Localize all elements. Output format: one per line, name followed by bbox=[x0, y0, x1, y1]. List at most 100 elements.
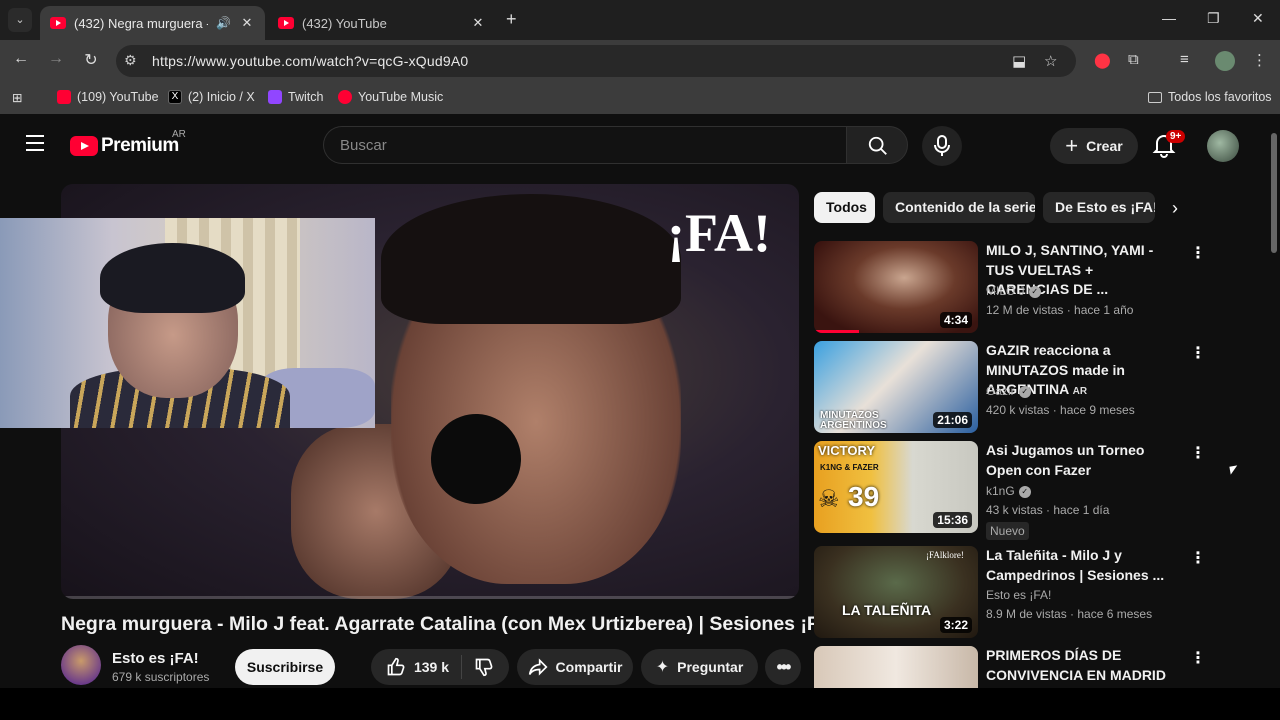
bookmark-youtube[interactable]: (109) YouTube bbox=[57, 90, 159, 104]
bookmark-star-icon[interactable]: ☆ bbox=[1044, 52, 1057, 70]
recommendation-title: La Taleñita - Milo J y Campedrinos | Ses… bbox=[986, 547, 1165, 583]
more-vertical-icon[interactable]: ⋮ bbox=[1190, 548, 1206, 568]
install-app-icon[interactable]: ⬓ bbox=[1012, 52, 1026, 70]
back-arrow-icon[interactable]: ← bbox=[10, 50, 32, 68]
search-input[interactable]: Buscar bbox=[323, 126, 846, 164]
notifications-badge: 9+ bbox=[1166, 130, 1186, 143]
thumbnail-text: K1NG & FAZER bbox=[820, 463, 879, 472]
chip-channel[interactable]: De Esto es ¡FA! bbox=[1043, 192, 1155, 223]
tab-title: (432) Negra murguera - Mil bbox=[74, 15, 208, 31]
restore-button[interactable]: ❐ bbox=[1207, 10, 1220, 27]
chip-series[interactable]: Contenido de la serie bbox=[883, 192, 1035, 223]
folder-icon bbox=[1148, 91, 1162, 103]
youtube-premium-logo[interactable]: Premium bbox=[70, 135, 179, 157]
recommendation-item[interactable]: VICTORY K1NG & FAZER 39 ☠ 15:36 Asi Juga… bbox=[814, 441, 1214, 540]
speaker-icon[interactable]: 🔊 bbox=[216, 16, 231, 30]
close-tab-icon[interactable]: ✕ bbox=[239, 15, 255, 31]
bookmark-twitch[interactable]: Twitch bbox=[268, 90, 323, 104]
recommendation-meta: 12 M de vistas · hace 1 año bbox=[986, 303, 1134, 317]
watched-progress bbox=[814, 330, 859, 333]
channel-label: Gazir bbox=[986, 384, 1015, 398]
account-avatar[interactable] bbox=[1207, 130, 1239, 162]
recommendation-item[interactable]: ¡FAlklore! LA TALEÑITA 3:22 La Taleñita … bbox=[814, 546, 1214, 638]
extension-red-icon[interactable]: ⬤ bbox=[1094, 51, 1111, 69]
voice-search-button[interactable] bbox=[922, 126, 962, 166]
new-tab-button[interactable]: + bbox=[506, 9, 517, 30]
recommendation-channel[interactable]: MILO J ✓ bbox=[986, 284, 1041, 298]
recommendation-channel[interactable]: Esto es ¡FA! bbox=[986, 588, 1051, 602]
thumbs-up-icon bbox=[387, 657, 405, 676]
search-button[interactable] bbox=[846, 126, 908, 164]
profile-avatar-icon[interactable] bbox=[1215, 51, 1235, 71]
video-duration: 3:22 bbox=[939, 617, 972, 633]
menu-hamburger-icon[interactable] bbox=[26, 135, 44, 156]
like-dislike-group: 139 k bbox=[371, 649, 509, 685]
page-scrollbar[interactable] bbox=[1268, 118, 1280, 688]
scrollbar-thumb[interactable] bbox=[1271, 133, 1277, 253]
verified-check-icon: ✓ bbox=[1018, 385, 1031, 398]
share-button[interactable]: Compartir bbox=[517, 649, 633, 685]
bookmark-x[interactable]: X (2) Inicio / X bbox=[168, 90, 255, 104]
channel-label: k1nG bbox=[986, 484, 1015, 498]
more-vertical-icon[interactable]: ⋮ bbox=[1190, 343, 1206, 363]
tab-search-button[interactable]: ⌄ bbox=[8, 8, 32, 32]
video-thumbnail[interactable]: ¡FAlklore! LA TALEÑITA 3:22 bbox=[814, 546, 978, 638]
more-vertical-icon[interactable]: ⋮ bbox=[1190, 243, 1206, 263]
recommendation-title: PRIMEROS DÍAS DE CONVIVENCIA EN MADRID bbox=[986, 647, 1166, 683]
media-controls-icon[interactable]: ≡ bbox=[1180, 51, 1189, 68]
tab-youtube[interactable]: (432) YouTube ✕ bbox=[268, 6, 496, 40]
sparkle-icon: ✦ bbox=[655, 659, 670, 676]
menu-kebab-icon[interactable]: ⋮ bbox=[1252, 51, 1267, 69]
url-text[interactable]: https://www.youtube.com/watch?v=qcG-xQud… bbox=[152, 53, 468, 69]
recommendation-meta: 420 k vistas · hace 9 meses bbox=[986, 403, 1135, 417]
channel-name[interactable]: Esto es ¡FA! bbox=[112, 650, 199, 667]
video-duration: 21:06 bbox=[933, 412, 972, 428]
recommendation-channel[interactable]: Gazir ✓ bbox=[986, 384, 1031, 398]
thumbs-down-icon[interactable] bbox=[474, 657, 494, 677]
new-badge: Nuevo bbox=[986, 522, 1029, 540]
tab-negra-murguera[interactable]: (432) Negra murguera - Mil 🔊 ✕ bbox=[40, 6, 265, 40]
subscribe-button[interactable]: Suscribirse bbox=[235, 649, 335, 685]
more-actions-button[interactable]: ••• bbox=[765, 649, 801, 685]
video-frame-hair bbox=[381, 194, 681, 324]
video-thumbnail[interactable]: MINUTAZOS ARGENTINOS 21:06 bbox=[814, 341, 978, 433]
reload-icon[interactable]: ↻ bbox=[80, 50, 102, 70]
video-duration: 4:34 bbox=[939, 312, 972, 328]
video-progress-bar[interactable] bbox=[61, 596, 799, 599]
browser-toolbar: ← → ↻ ⚙ https://www.youtube.com/watch?v=… bbox=[0, 40, 1280, 82]
extensions-puzzle-icon[interactable]: ⧉ bbox=[1128, 51, 1139, 68]
youtube-header: Premium AR Buscar + Crear 9+ bbox=[0, 118, 1268, 174]
more-vertical-icon[interactable]: ⋮ bbox=[1190, 648, 1206, 668]
channel-avatar[interactable] bbox=[61, 645, 101, 685]
youtube-favicon-icon bbox=[278, 17, 294, 29]
mouse-cursor-icon bbox=[1229, 465, 1239, 475]
all-bookmarks-folder[interactable]: Todos los favoritos bbox=[1148, 90, 1272, 104]
recommendation-item[interactable]: PRIMEROS DÍAS DE CONVIVENCIA EN MADRID ⋮ bbox=[814, 646, 1214, 688]
video-thumbnail[interactable]: VICTORY K1NG & FAZER 39 ☠ 15:36 bbox=[814, 441, 978, 533]
more-vertical-icon[interactable]: ⋮ bbox=[1190, 443, 1206, 463]
all-bookmarks-label: Todos los favoritos bbox=[1168, 90, 1272, 104]
chevron-right-icon[interactable]: › bbox=[1172, 198, 1178, 219]
close-tab-icon[interactable]: ✕ bbox=[470, 15, 486, 31]
forward-arrow-icon[interactable]: → bbox=[45, 50, 67, 68]
video-thumbnail[interactable]: 4:34 bbox=[814, 241, 978, 333]
recommendation-item[interactable]: MINUTAZOS ARGENTINOS 21:06 GAZIR reaccio… bbox=[814, 341, 1214, 433]
create-button[interactable]: + Crear bbox=[1050, 128, 1138, 164]
verified-check-icon: ✓ bbox=[1018, 485, 1031, 498]
apps-grid-icon[interactable]: ⊞ bbox=[12, 90, 22, 105]
bookmark-youtube-music[interactable]: YouTube Music bbox=[338, 90, 443, 104]
chip-todos[interactable]: Todos bbox=[814, 192, 875, 223]
recommendation-channel[interactable]: k1nG ✓ bbox=[986, 484, 1031, 498]
pip-cap bbox=[100, 243, 245, 313]
verified-check-icon: ✓ bbox=[1028, 285, 1041, 298]
minimize-button[interactable]: — bbox=[1162, 10, 1176, 26]
thumbnail-text: ¡FAlklore! bbox=[926, 550, 964, 560]
ask-button[interactable]: ✦ Preguntar bbox=[641, 649, 758, 685]
video-thumbnail[interactable] bbox=[814, 646, 978, 688]
site-settings-icon[interactable]: ⚙ bbox=[124, 52, 137, 69]
address-bar[interactable]: ⚙ https://www.youtube.com/watch?v=qcG-xQ… bbox=[116, 45, 1076, 77]
window-close-button[interactable]: ✕ bbox=[1252, 10, 1264, 27]
recommendation-item[interactable]: 4:34 MILO J, SANTINO, YAMI - TUS VUELTAS… bbox=[814, 241, 1214, 333]
recommendation-meta: 43 k vistas · hace 1 día bbox=[986, 503, 1110, 517]
like-button[interactable]: 139 k bbox=[386, 655, 463, 679]
